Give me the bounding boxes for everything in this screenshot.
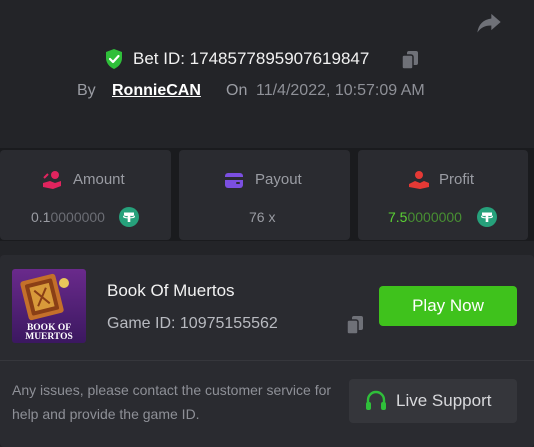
bet-datetime: 11/4/2022, 10:57:09 AM: [256, 82, 425, 99]
profit-card: Profit 7.50000000: [358, 150, 528, 240]
headset-icon: [366, 390, 386, 410]
live-support-label: Live Support: [396, 391, 492, 410]
by-label: By: [77, 82, 96, 99]
game-title: Book Of Muertos: [107, 281, 235, 300]
play-now-button[interactable]: Play Now: [379, 286, 517, 326]
bet-id-row: Bet ID: 1748577895907619847: [0, 46, 534, 72]
shield-check-icon: [106, 49, 122, 69]
live-support-button[interactable]: Live Support: [349, 379, 517, 423]
tether-icon: [119, 207, 139, 227]
username-link[interactable]: RonnieCAN: [112, 82, 201, 100]
svg-text:MUERTOS: MUERTOS: [25, 332, 73, 342]
payout-value: 76 x: [249, 209, 276, 225]
payout-label: Payout: [255, 171, 302, 188]
bet-id: Bet ID: 1748577895907619847: [133, 49, 370, 68]
bet-stats: Amount 0.10000000 Payout 76 x Profit 7.5…: [0, 148, 534, 241]
bet-author-row: By RonnieCAN On 11/4/2022, 10:57:09 AM: [0, 81, 534, 105]
copy-bet-id-icon[interactable]: [400, 49, 420, 71]
share-icon[interactable]: [475, 8, 503, 36]
on-label: On: [226, 82, 248, 99]
profit-value: 7.50000000: [388, 209, 462, 225]
amount-card: Amount 0.10000000: [0, 150, 171, 240]
game-id: Game ID: 10975155562: [107, 315, 278, 332]
support-help-text: Any issues, please contact the customer …: [12, 382, 332, 422]
tether-icon: [477, 207, 497, 227]
game-panel: BOOK OF MUERTOS Book Of Muertos Game ID:…: [0, 255, 534, 447]
divider: [0, 360, 534, 361]
amount-value: 0.10000000: [31, 209, 105, 225]
wallet-icon: [225, 173, 243, 188]
game-thumbnail[interactable]: BOOK OF MUERTOS: [12, 269, 86, 343]
profit-icon: [409, 171, 429, 189]
amount-label: Amount: [73, 171, 125, 188]
amount-icon: [43, 171, 61, 189]
copy-game-id-icon[interactable]: [345, 314, 365, 336]
payout-card: Payout 76 x: [179, 150, 350, 240]
profit-label: Profit: [439, 171, 475, 188]
